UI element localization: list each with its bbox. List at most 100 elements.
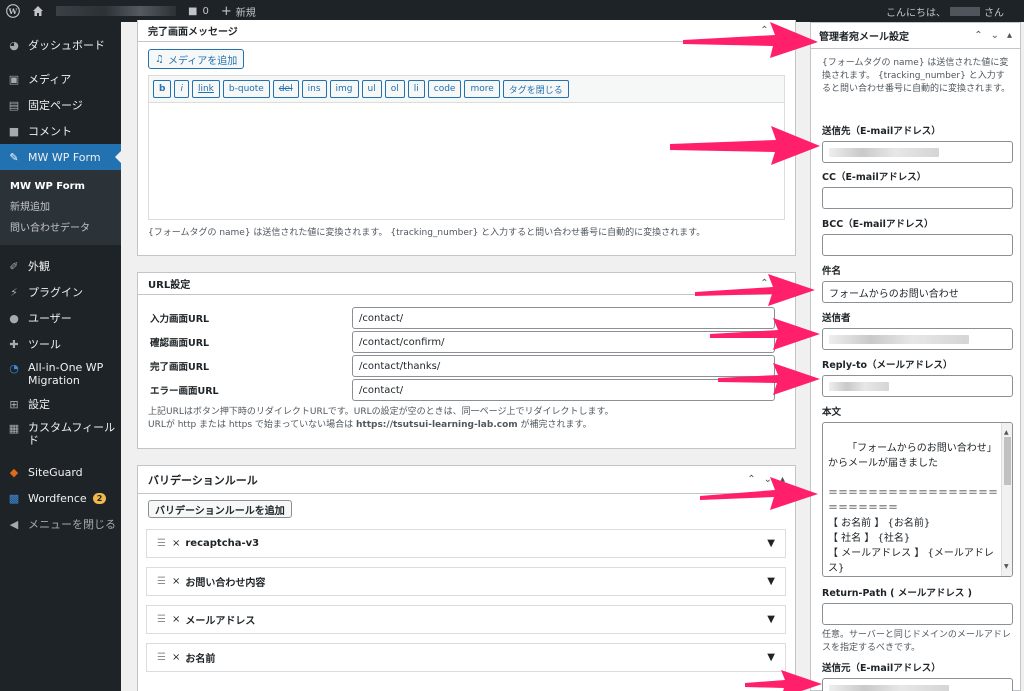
drag-handle-icon[interactable]: ☰ [157,576,166,587]
qt-del-button[interactable]: del [272,80,299,98]
url-settings-title: URL設定 [148,280,191,291]
menu-label: Wordfence [28,491,87,505]
bcc-email-field[interactable] [822,234,1013,256]
move-up-icon[interactable]: ⌃ [760,278,768,289]
error-url-field[interactable]: /contact/ [352,379,775,401]
new-content-link[interactable]: + 新規 [215,0,262,22]
url-label: 入力画面URL [150,314,210,325]
move-down-icon[interactable]: ⌄ [991,30,999,41]
drag-handle-icon[interactable]: ☰ [157,652,166,663]
move-up-icon[interactable]: ⌃ [747,474,755,485]
menu-appearance[interactable]: ✐ 外観 [0,253,121,279]
url-row-error: エラー画面URL /contact/ [138,378,795,402]
complete-url-field[interactable]: /contact/thanks/ [352,355,775,377]
rule-target: お問い合わせ内容 [185,578,266,589]
add-validation-rule-button[interactable]: バリデーションルールを追加 [148,500,292,518]
toggle-panel-icon[interactable]: ▴ [780,474,785,485]
comment-icon: ■ [8,124,20,138]
confirm-url-field[interactable]: /contact/confirm/ [352,331,775,353]
qt-ins-button[interactable]: ins [301,80,327,98]
url-label: 完了画面URL [150,362,210,373]
move-down-icon[interactable]: ⌄ [764,474,772,485]
account-greeting[interactable]: こんにちは、 さん [880,0,1024,22]
menu-settings[interactable]: ⊞ 設定 [0,391,121,417]
qt-link-button[interactable]: link [191,80,220,98]
remove-rule-icon[interactable]: × [172,652,180,663]
drag-handle-icon[interactable]: ☰ [157,538,166,549]
user-icon: ● [9,311,19,325]
move-up-icon[interactable]: ⌃ [760,25,768,36]
input-url-field[interactable]: /contact/ [352,307,775,329]
url-note-2: URLが http または https で始まっていない場合は https://… [148,419,785,432]
menu-comments[interactable]: ■ コメント [0,118,121,144]
move-up-icon[interactable]: ⌃ [974,30,982,41]
complete-message-editor[interactable] [148,102,785,220]
comments-link[interactable]: ■ 0 [182,0,215,22]
menu-collapse[interactable]: ◀ メニューを閉じる [0,511,121,537]
sender-field[interactable] [822,328,1013,350]
qt-li-button[interactable]: li [407,80,425,98]
qt-code-button[interactable]: code [427,80,462,98]
menu-pages[interactable]: ▤ 固定ページ [0,92,121,118]
body-label: 本文 [822,407,842,418]
move-down-icon[interactable]: ⌄ [777,278,785,289]
qt-italic-button[interactable]: i [174,80,189,98]
site-name-blurred[interactable] [56,6,176,16]
add-media-button[interactable]: ♫ メディアを追加 [148,49,245,69]
move-down-icon[interactable]: ⌄ [777,25,785,36]
menu-custom-fields[interactable]: ▦ カスタムフィールド [0,417,121,451]
mail-body-text: 「フォームからのお問い合わせ」からメールが届きました ＝＝＝＝＝＝＝＝＝＝＝＝＝… [828,443,998,574]
qt-ul-button[interactable]: ul [361,80,382,98]
url-note-1: 上記URLはボタン押下時のリダイレクトURLです。URLの設定が空のときは、同一… [148,407,614,417]
menu-plugins[interactable]: ⚡ プラグイン [0,279,121,305]
qt-bold-button[interactable]: b [153,80,172,98]
to-email-field[interactable] [822,141,1013,163]
dashboard-icon: ◕ [9,38,19,52]
validation-rule-row[interactable]: ☰ × recaptcha-v3 ▼ [146,529,786,558]
menu-wordfence[interactable]: ▩ Wordfence 2 [0,485,121,511]
returnpath-field[interactable] [822,603,1013,625]
menu-mw-wp-form[interactable]: ✎ MW WP Form [0,144,121,170]
submenu-add-new[interactable]: 新規追加 [0,197,121,218]
submenu-mw-wp-form[interactable]: MW WP Form [0,176,121,197]
scroll-down-icon[interactable]: ▼ [1004,559,1009,574]
home-icon[interactable] [26,0,50,22]
remove-rule-icon[interactable]: × [172,538,180,549]
menu-tools[interactable]: ✚ ツール [0,331,121,357]
drag-handle-icon[interactable]: ☰ [157,614,166,625]
qt-img-button[interactable]: img [329,80,359,98]
textarea-scrollbar[interactable]: ▲ ▼ [1001,423,1012,576]
mail-body-textarea[interactable]: 「フォームからのお問い合わせ」からメールが届きました ＝＝＝＝＝＝＝＝＝＝＝＝＝… [822,422,1013,577]
menu-all-in-one-wp-migration[interactable]: ◔ All-in-One WP Migration [0,357,121,391]
menu-siteguard[interactable]: ◆ SiteGuard [0,459,121,485]
validation-rule-row[interactable]: ☰ × メールアドレス ▼ [146,605,786,634]
menu-dashboard[interactable]: ◕ ダッシュボード [0,32,121,58]
from-label: 送信元（E-mailアドレス） [822,663,941,674]
menu-label: コメント [28,125,72,138]
from-email-field[interactable] [822,678,1013,691]
expand-rule-icon[interactable]: ▼ [767,652,775,663]
scrollbar-thumb[interactable] [1004,437,1011,485]
qt-ol-button[interactable]: ol [384,80,405,98]
remove-rule-icon[interactable]: × [172,576,180,587]
menu-label: メディア [28,73,72,86]
toggle-panel-icon[interactable]: ▴ [1007,30,1012,41]
validation-rule-row[interactable]: ☰ × お名前 ▼ [146,643,786,672]
subject-field[interactable]: フォームからのお問い合わせ [822,281,1013,303]
remove-rule-icon[interactable]: × [172,614,180,625]
qt-blockquote-button[interactable]: b-quote [222,80,270,98]
expand-rule-icon[interactable]: ▼ [767,538,775,549]
menu-media[interactable]: ▣ メディア [0,66,121,92]
qt-close-tags-button[interactable]: タグを閉じる [502,80,569,98]
wordpress-logo-icon[interactable]: W [0,0,26,22]
expand-rule-icon[interactable]: ▼ [767,614,775,625]
expand-rule-icon[interactable]: ▼ [767,576,775,587]
validation-rule-row[interactable]: ☰ × お問い合わせ内容 ▼ [146,567,786,596]
to-label: 送信先（E-mailアドレス） [822,126,941,137]
menu-users[interactable]: ● ユーザー [0,305,121,331]
qt-more-button[interactable]: more [464,80,500,98]
url-note-suffix: が補完されます。 [517,420,592,430]
cc-email-field[interactable] [822,187,1013,209]
submenu-inquiry-data[interactable]: 問い合わせデータ [0,218,121,239]
replyto-field[interactable] [822,375,1013,397]
